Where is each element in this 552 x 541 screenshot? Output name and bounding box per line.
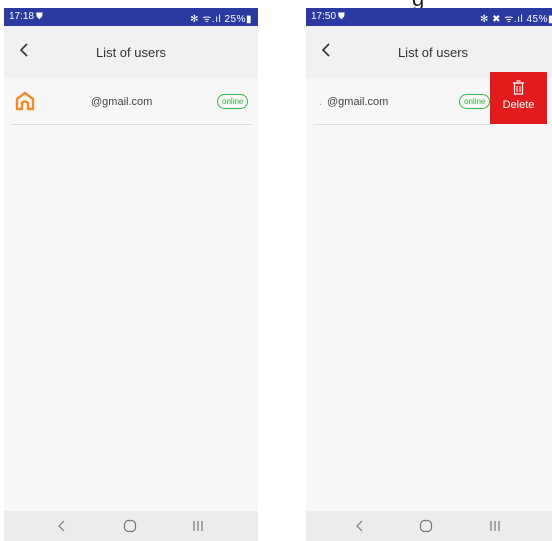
left-screen: 17:18 ⛊ ✻ ᯤ.ıl 25%▮ List of users @gmail… xyxy=(4,8,258,541)
shield-icon: ⛊ xyxy=(36,11,43,21)
house-logo-icon xyxy=(15,91,35,111)
delete-label: Delete xyxy=(502,99,535,111)
nav-back-button[interactable] xyxy=(54,518,70,534)
user-avatar-dot: . xyxy=(319,96,323,108)
user-email: @gmail.com xyxy=(327,96,389,108)
status-indicators: ✻ ✖ ᯤ.ıl 45%▮ xyxy=(479,14,552,25)
system-nav-bar xyxy=(4,511,258,541)
status-badge: online xyxy=(459,94,491,109)
status-bar: 17:50 ⛊ ✻ ✖ ᯤ.ıl 45%▮ xyxy=(306,8,552,26)
caption-fragment: g xyxy=(0,0,552,8)
app-header: List of users xyxy=(4,26,258,78)
status-time: 17:18 xyxy=(9,11,35,22)
status-time: 17:50 xyxy=(311,11,337,22)
right-screen: 17:50 ⛊ ✻ ✖ ᯤ.ıl 45%▮ List of users . @g… xyxy=(306,8,552,541)
status-indicators: ✻ ᯤ.ıl 25%▮ xyxy=(190,14,252,25)
user-email: @gmail.com xyxy=(91,96,153,108)
user-list-item[interactable]: . @gmail.com online xyxy=(313,78,493,125)
shield-icon: ⛊ xyxy=(338,11,345,21)
delete-button[interactable]: Delete xyxy=(490,72,547,124)
nav-recents-button[interactable] xyxy=(190,518,206,534)
nav-home-button[interactable] xyxy=(418,518,434,534)
nav-home-button[interactable] xyxy=(122,518,138,534)
trash-icon xyxy=(513,80,524,95)
page-title: List of users xyxy=(95,45,167,60)
nav-recents-button[interactable] xyxy=(487,518,503,534)
user-list-item[interactable]: @gmail.com online xyxy=(11,78,251,125)
status-bar: 17:18 ⛊ ✻ ᯤ.ıl 25%▮ xyxy=(4,8,258,26)
status-badge: online xyxy=(217,94,249,109)
page-title: List of users xyxy=(397,45,469,60)
nav-back-button[interactable] xyxy=(352,518,368,534)
app-header: List of users xyxy=(306,26,552,78)
caption-text: g xyxy=(412,0,424,8)
system-nav-bar xyxy=(306,511,552,541)
